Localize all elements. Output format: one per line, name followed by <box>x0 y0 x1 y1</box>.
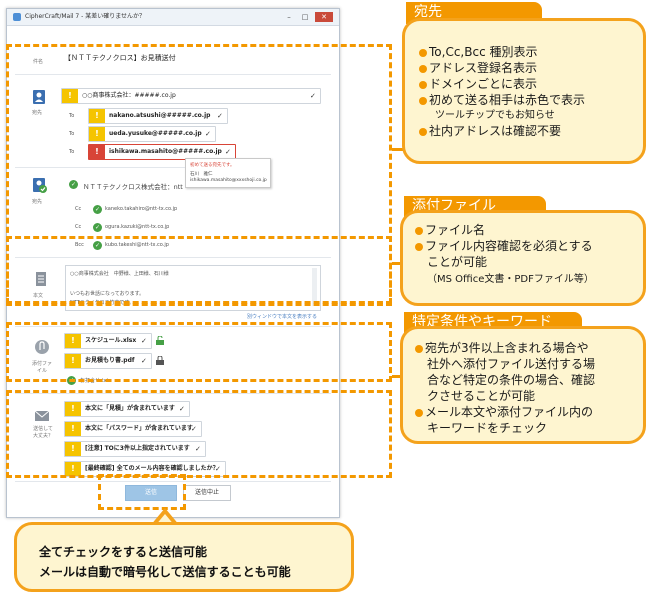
minimize-icon[interactable]: – <box>283 12 295 22</box>
dest-item: To,Cc,Bcc 種別表示 <box>419 45 537 59</box>
attach-item: ファイル名 <box>415 223 485 237</box>
cond-callout: 宛先が3件以上含まれる場合や 社外へ添付ファイル送付する場 合など特定の条件の場… <box>400 326 646 444</box>
dest-item: 初めて送る相手は赤色で表示 <box>419 93 585 107</box>
attach-item: ファイル内容確認を必須とする <box>415 239 593 253</box>
cancel-send-button[interactable]: 送信中止 <box>183 485 231 501</box>
cond-line: メール本文や添付ファイル内の <box>415 405 593 419</box>
attach-highlight-top <box>6 236 392 304</box>
attach-cont: ことが可能 <box>427 255 488 269</box>
window-titlebar: CipherCraft/Mail 7 - 某差い確りませんか？ – □ ✕ <box>7 9 339 26</box>
attach-callout: ファイル名 ファイル内容確認を必須とする ことが可能 （MS Office文書・… <box>400 210 646 306</box>
cond-line: 社外へ添付ファイル送付する場 <box>427 357 596 371</box>
dest-callout: To,Cc,Bcc 種別表示 アドレス登録名表示 ドメインごとに表示 初めて送る… <box>402 18 646 164</box>
dest-sub: ツールチップでもお知らせ <box>435 110 555 121</box>
bottom-line-1: 全てチェックをすると送信可能 <box>39 545 208 559</box>
cond-highlight <box>6 390 392 478</box>
open-body-link[interactable]: 別ウィンドウで本文を表示する <box>247 313 317 320</box>
attach-highlight <box>6 322 392 382</box>
dest-item: アドレス登録名表示 <box>419 61 537 75</box>
bottom-callout: 全てチェックをすると送信可能 メールは自動で暗号化して送信することも可能 <box>14 522 354 592</box>
cond-line: 宛先が3件以上含まれる場合や <box>415 341 589 355</box>
bottom-line-2: メールは自動で暗号化して送信することも可能 <box>39 565 291 579</box>
cond-line: クさせることが可能 <box>427 389 536 403</box>
dest-item: 社内アドレスは確認不要 <box>419 124 561 138</box>
window-title: CipherCraft/Mail 7 - 某差い確りませんか？ <box>25 13 146 20</box>
dest-item: ドメインごとに表示 <box>419 77 537 91</box>
cond-line: 合など特定の条件の場合、確認 <box>427 373 596 387</box>
cond-line: キーワードをチェック <box>427 421 548 435</box>
attach-sub: （MS Office文書・PDFファイル等） <box>427 274 594 285</box>
app-icon <box>13 13 21 21</box>
close-icon[interactable]: ✕ <box>315 12 333 22</box>
maximize-icon[interactable]: □ <box>299 12 311 22</box>
send-highlight <box>98 474 186 510</box>
